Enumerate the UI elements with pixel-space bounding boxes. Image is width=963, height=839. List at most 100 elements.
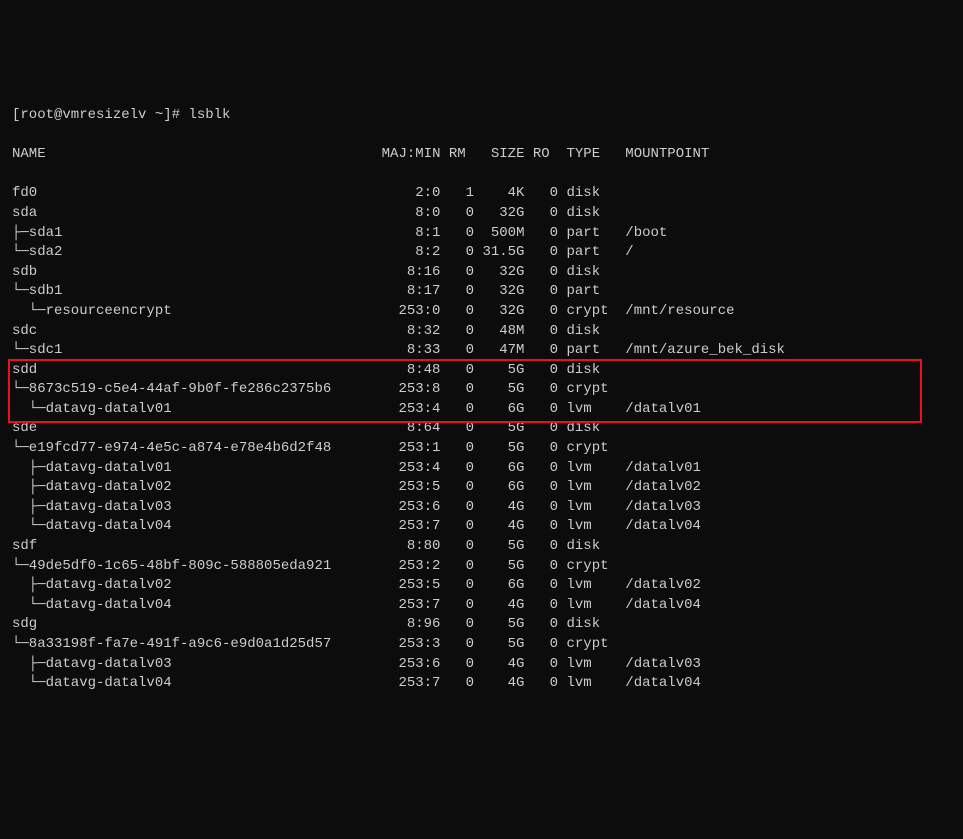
cell-name: └─8a33198f-fa7e-491f-a9c6-e9d0a1d25d57: [12, 635, 382, 655]
table-row: └─e19fcd77-e974-4e5c-a874-e78e4b6d2f4825…: [12, 439, 951, 459]
cell-majmin: 8:17: [382, 282, 441, 302]
cell-name: sdf: [12, 537, 382, 557]
command-text: lsblk: [188, 107, 230, 123]
table-row: └─resourceencrypt253:0 032G 0 crypt /mnt…: [12, 302, 951, 322]
cell-name: └─datavg-datalv04: [12, 674, 382, 694]
cell-majmin: 253:7: [382, 596, 441, 616]
cell-rm: 0: [449, 655, 474, 675]
cell-ro: 0: [533, 615, 558, 635]
cell-size: 4G: [474, 655, 524, 675]
table-row: └─8673c519-c5e4-44af-9b0f-fe286c2375b625…: [12, 380, 951, 400]
cell-size: 6G: [474, 400, 524, 420]
cell-size: 4G: [474, 596, 524, 616]
cell-majmin: 8:2: [382, 243, 441, 263]
cell-ro: 0: [533, 184, 558, 204]
cell-type: lvm: [566, 655, 616, 675]
command-line: [root@vmresizelv ~]# lsblk: [12, 106, 951, 126]
cell-size: 5G: [474, 557, 524, 577]
cell-ro: 0: [533, 204, 558, 224]
cell-mount: /datalv02: [625, 478, 701, 498]
cell-type: disk: [566, 204, 616, 224]
cell-type: lvm: [566, 576, 616, 596]
shell-prompt: [root@vmresizelv ~]#: [12, 107, 188, 123]
cell-rm: 0: [449, 439, 474, 459]
cell-mount: /datalv02: [625, 576, 701, 596]
cell-rm: 0: [449, 478, 474, 498]
cell-rm: 0: [449, 576, 474, 596]
cell-rm: 0: [449, 341, 474, 361]
cell-size: 32G: [474, 204, 524, 224]
cell-majmin: 253:8: [382, 380, 441, 400]
table-header: NAMEMAJ:MIN RMSIZE RO TYPE MOUNTPOINT: [12, 145, 951, 165]
cell-ro: 0: [533, 322, 558, 342]
cell-name: └─8673c519-c5e4-44af-9b0f-fe286c2375b6: [12, 380, 382, 400]
cell-majmin: 253:0: [382, 302, 441, 322]
cell-mount: /mnt/resource: [625, 302, 734, 322]
col-header-rm: RM: [449, 145, 474, 165]
cell-rm: 0: [449, 459, 474, 479]
cell-name: ├─datavg-datalv02: [12, 478, 382, 498]
table-body: fd02:0 14K 0 disk sda8:0 032G 0 disk ├─s…: [12, 184, 951, 693]
table-row: └─sda28:2 031.5G 0 part /: [12, 243, 951, 263]
cell-name: ├─datavg-datalv01: [12, 459, 382, 479]
cell-majmin: 253:7: [382, 674, 441, 694]
cell-type: crypt: [566, 635, 616, 655]
cell-majmin: 8:64: [382, 419, 441, 439]
cell-name: └─sdb1: [12, 282, 382, 302]
cell-size: 500M: [474, 224, 524, 244]
cell-type: part: [566, 243, 616, 263]
cell-majmin: 8:0: [382, 204, 441, 224]
cell-rm: 0: [449, 674, 474, 694]
cell-rm: 0: [449, 635, 474, 655]
cell-majmin: 8:1: [382, 224, 441, 244]
cell-type: crypt: [566, 380, 616, 400]
cell-size: 5G: [474, 439, 524, 459]
cell-ro: 0: [533, 263, 558, 283]
cell-rm: 0: [449, 322, 474, 342]
col-header-majmin: MAJ:MIN: [382, 145, 441, 165]
col-header-ro: RO: [533, 145, 558, 165]
cell-name: └─sda2: [12, 243, 382, 263]
cell-name: sda: [12, 204, 382, 224]
cell-type: disk: [566, 615, 616, 635]
cell-majmin: 253:7: [382, 517, 441, 537]
col-header-size: SIZE: [474, 145, 524, 165]
table-row: ├─datavg-datalv03253:6 04G 0 lvm /datalv…: [12, 655, 951, 675]
cell-name: └─datavg-datalv04: [12, 596, 382, 616]
cell-size: 5G: [474, 615, 524, 635]
cell-size: 4G: [474, 498, 524, 518]
cell-size: 4G: [474, 674, 524, 694]
cell-majmin: 253:5: [382, 478, 441, 498]
cell-name: sdb: [12, 263, 382, 283]
cell-size: 4K: [474, 184, 524, 204]
table-row: sdc8:32 048M 0 disk: [12, 322, 951, 342]
table-row: └─datavg-datalv04253:7 04G 0 lvm /datalv…: [12, 596, 951, 616]
cell-rm: 0: [449, 204, 474, 224]
cell-ro: 0: [533, 224, 558, 244]
cell-ro: 0: [533, 361, 558, 381]
cell-ro: 0: [533, 655, 558, 675]
cell-type: lvm: [566, 674, 616, 694]
cell-majmin: 2:0: [382, 184, 441, 204]
cell-majmin: 253:1: [382, 439, 441, 459]
table-row: sdd8:48 05G 0 disk: [12, 361, 951, 381]
cell-rm: 0: [449, 596, 474, 616]
cell-majmin: 253:4: [382, 459, 441, 479]
cell-name: sdc: [12, 322, 382, 342]
cell-majmin: 253:4: [382, 400, 441, 420]
cell-rm: 1: [449, 184, 474, 204]
cell-rm: 0: [449, 380, 474, 400]
cell-size: 5G: [474, 537, 524, 557]
cell-ro: 0: [533, 400, 558, 420]
table-row: └─sdc18:33 047M 0 part /mnt/azure_bek_di…: [12, 341, 951, 361]
table-row: sda8:0 032G 0 disk: [12, 204, 951, 224]
table-row: fd02:0 14K 0 disk: [12, 184, 951, 204]
cell-size: 47M: [474, 341, 524, 361]
cell-type: lvm: [566, 459, 616, 479]
cell-rm: 0: [449, 263, 474, 283]
cell-ro: 0: [533, 674, 558, 694]
cell-size: 6G: [474, 459, 524, 479]
cell-type: lvm: [566, 517, 616, 537]
table-row: sdb8:16 032G 0 disk: [12, 263, 951, 283]
cell-type: disk: [566, 184, 616, 204]
